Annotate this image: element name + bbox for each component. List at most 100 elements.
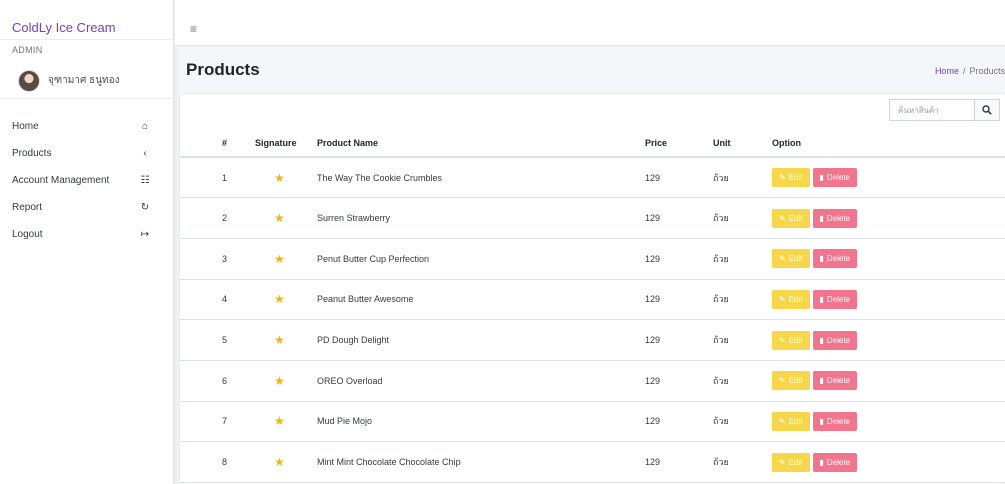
delete-button[interactable]: ▮ Delete <box>812 371 858 391</box>
table-row: 3 ★ Penut Butter Cup Perfection 129 ถ้วย… <box>180 238 1005 280</box>
edit-icon: ✎ <box>779 254 786 264</box>
trash-icon: ▮ <box>819 376 824 386</box>
edit-button[interactable]: ✎ Edit <box>772 168 810 188</box>
page-title: Products <box>186 60 260 79</box>
product-price: 129 <box>645 279 713 321</box>
sidebar-nav: Home ⌂ Products ‹ Account Management ☷ R… <box>0 99 173 248</box>
sidebar-item-logout[interactable]: Logout ↦ <box>0 221 173 248</box>
row-number: 2 <box>180 197 255 239</box>
product-price: 129 <box>645 197 713 239</box>
delete-button[interactable]: ▮ Delete <box>812 168 858 188</box>
delete-button[interactable]: ▮ Delete <box>812 208 858 228</box>
hamburger-icon[interactable]: ≡ <box>190 22 197 36</box>
table-body: 1 ★ The Way The Cookie Crumbles 129 ถ้วย… <box>180 157 1005 483</box>
star-icon: ★ <box>274 292 285 307</box>
products-card: # Signature Product Name Price Unit Opti… <box>180 94 1005 484</box>
row-number: 1 <box>180 157 255 199</box>
edit-label: Edit <box>788 376 803 386</box>
delete-button[interactable]: ▮ Delete <box>812 289 858 309</box>
sidebar-item-label: Home <box>12 121 39 132</box>
edit-button[interactable]: ✎ Edit <box>772 208 810 228</box>
sidebar-item-label: Report <box>12 202 43 213</box>
sign-out-icon: ↦ <box>140 229 150 240</box>
edit-icon: ✎ <box>779 294 786 304</box>
row-number: 3 <box>180 238 255 280</box>
edit-label: Edit <box>788 335 803 345</box>
col-header-product-name: Product Name <box>317 129 645 158</box>
product-unit: ถ้วย <box>713 238 772 280</box>
brand-link[interactable]: ColdLy Ice Cream <box>0 0 173 40</box>
product-unit: ถ้วย <box>713 157 772 199</box>
product-unit: ถ้วย <box>713 441 772 483</box>
product-name: OREO Overload <box>317 360 645 402</box>
edit-button[interactable]: ✎ Edit <box>772 411 810 431</box>
delete-button[interactable]: ▮ Delete <box>812 249 858 269</box>
table-row: 7 ★ Mud Pie Mojo 129 ถ้วย ✎ Edit ▮ Delete <box>180 401 1005 443</box>
sidebar-item-products[interactable]: Products ‹ <box>0 140 173 167</box>
star-icon: ★ <box>274 211 285 226</box>
user-name: จุฑามาศ ธนูทอง <box>48 75 120 86</box>
delete-button[interactable]: ▮ Delete <box>812 452 858 472</box>
edit-label: Edit <box>788 416 803 426</box>
trash-icon: ▮ <box>819 335 824 345</box>
breadcrumb-current: Products <box>969 66 1005 76</box>
home-icon: ⌂ <box>141 121 149 132</box>
search-icon <box>982 105 992 115</box>
sidebar-item-home[interactable]: Home ⌂ <box>0 113 173 140</box>
search-group <box>889 99 1000 121</box>
col-header-unit: Unit <box>713 129 772 158</box>
table-row: 4 ★ Peanut Butter Awesome 129 ถ้วย ✎ Edit… <box>180 279 1005 321</box>
product-name: The Way The Cookie Crumbles <box>317 157 645 199</box>
sidebar-item-account-management[interactable]: Account Management ☷ <box>0 167 173 194</box>
search-button[interactable] <box>974 99 1000 121</box>
product-name: Mud Pie Mojo <box>317 401 645 443</box>
product-name: PD Dough Delight <box>317 319 645 361</box>
delete-label: Delete <box>826 376 851 386</box>
edit-button[interactable]: ✎ Edit <box>772 249 810 269</box>
product-unit: ถ้วย <box>713 360 772 402</box>
star-icon: ★ <box>274 373 285 388</box>
product-price: 129 <box>645 319 713 361</box>
edit-button[interactable]: ✎ Edit <box>772 452 810 472</box>
product-price: 129 <box>645 157 713 199</box>
trash-icon: ▮ <box>819 416 824 426</box>
product-name: Peanut Butter Awesome <box>317 279 645 321</box>
row-number: 7 <box>180 401 255 443</box>
edit-button[interactable]: ✎ Edit <box>772 330 810 350</box>
product-price: 129 <box>645 441 713 483</box>
sidebar-item-label: Products <box>12 148 52 159</box>
sidebar-item-report[interactable]: Report ↻ <box>0 194 173 221</box>
edit-label: Edit <box>788 294 803 304</box>
delete-button[interactable]: ▮ Delete <box>812 330 858 350</box>
product-name: Surren Strawberry <box>317 197 645 239</box>
edit-button[interactable]: ✎ Edit <box>772 289 810 309</box>
breadcrumb: Home / Products <box>935 66 1005 76</box>
search-input[interactable] <box>889 99 974 121</box>
row-number: 6 <box>180 360 255 402</box>
star-icon: ★ <box>274 333 285 348</box>
delete-button[interactable]: ▮ Delete <box>812 411 858 431</box>
product-unit: ถ้วย <box>713 319 772 361</box>
edit-icon: ✎ <box>779 335 786 345</box>
product-price: 129 <box>645 238 713 280</box>
star-icon: ★ <box>274 414 285 429</box>
avatar <box>18 69 40 92</box>
edit-button[interactable]: ✎ Edit <box>772 371 810 391</box>
table-row: 8 ★ Mint Mint Chocolate Chocolate Chip 1… <box>180 441 1005 483</box>
star-icon: ★ <box>274 251 285 266</box>
row-number: 8 <box>180 441 255 483</box>
sidebar: ColdLy Ice Cream ADMIN จุฑามาศ ธนูทอง Ho… <box>0 0 174 484</box>
trash-icon: ▮ <box>819 294 824 304</box>
history-icon: ↻ <box>140 202 150 213</box>
edit-icon: ✎ <box>779 213 786 223</box>
delete-label: Delete <box>826 335 851 345</box>
product-price: 129 <box>645 360 713 402</box>
col-header-number: # <box>180 129 255 158</box>
star-icon: ★ <box>274 455 285 470</box>
user-panel[interactable]: จุฑามาศ ธนูทอง <box>0 55 173 99</box>
product-unit: ถ้วย <box>713 197 772 239</box>
delete-label: Delete <box>826 457 851 467</box>
users-icon: ☷ <box>140 175 150 186</box>
breadcrumb-home-link[interactable]: Home <box>935 66 959 76</box>
trash-icon: ▮ <box>819 457 824 467</box>
